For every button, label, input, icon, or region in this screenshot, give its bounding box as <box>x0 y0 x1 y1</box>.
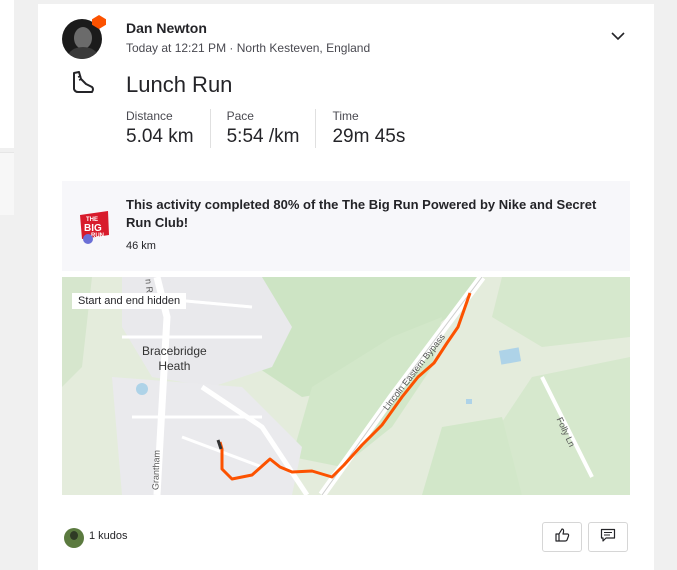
shoe-icon <box>68 70 96 96</box>
challenge-description: This activity completed 80% of the The B… <box>126 197 597 230</box>
route-map[interactable]: Start and end hidden Bracebridge Heath L… <box>62 277 630 495</box>
left-sidebar-panel-lower <box>0 152 14 215</box>
map-place-label: Bracebridge Heath <box>142 344 207 373</box>
stats-row: Distance 5.04 km Pace 5:54 /km Time 29m … <box>126 109 437 148</box>
stat-label: Time <box>332 109 359 123</box>
stat-time: Time 29m 45s <box>332 109 421 148</box>
stat-pace: Pace 5:54 /km <box>227 109 317 148</box>
stat-label: Distance <box>126 109 173 123</box>
stat-distance: Distance 5.04 km <box>126 109 211 148</box>
left-sidebar-panel <box>0 0 14 148</box>
comment-icon <box>600 527 616 548</box>
activity-title-link[interactable]: Lunch Run <box>126 72 232 98</box>
challenge-distance: 46 km <box>126 240 156 252</box>
athlete-name-link[interactable]: Dan Newton <box>126 20 207 36</box>
challenge-logo-icon: THE BIG RUN <box>76 209 112 245</box>
stat-value: 29m 45s <box>332 126 406 147</box>
map-privacy-label: Start and end hidden <box>72 293 187 309</box>
comment-button[interactable] <box>588 522 628 552</box>
kudos-button[interactable] <box>542 522 582 552</box>
challenge-block[interactable]: THE BIG RUN This activity completed 80% … <box>62 181 630 271</box>
stat-label: Pace <box>226 109 254 123</box>
activity-timestamp-location: Today at 12:21 PM · North Kesteven, Engl… <box>126 41 371 55</box>
stat-value: 5.04 km <box>126 126 194 147</box>
kudoer-avatar[interactable] <box>64 528 84 548</box>
chevron-down-icon[interactable] <box>608 26 628 46</box>
svg-text:RUN: RUN <box>91 233 104 239</box>
map-road-label-grantham: Grantham <box>150 449 162 491</box>
thumbs-up-icon <box>554 527 570 548</box>
stat-value: 5:54 /km <box>226 126 300 147</box>
activity-card: Dan Newton Today at 12:21 PM · North Kes… <box>38 4 654 570</box>
map-road-label-partial: n R <box>143 278 155 294</box>
kudos-count-link[interactable]: 1 kudos <box>89 530 128 542</box>
